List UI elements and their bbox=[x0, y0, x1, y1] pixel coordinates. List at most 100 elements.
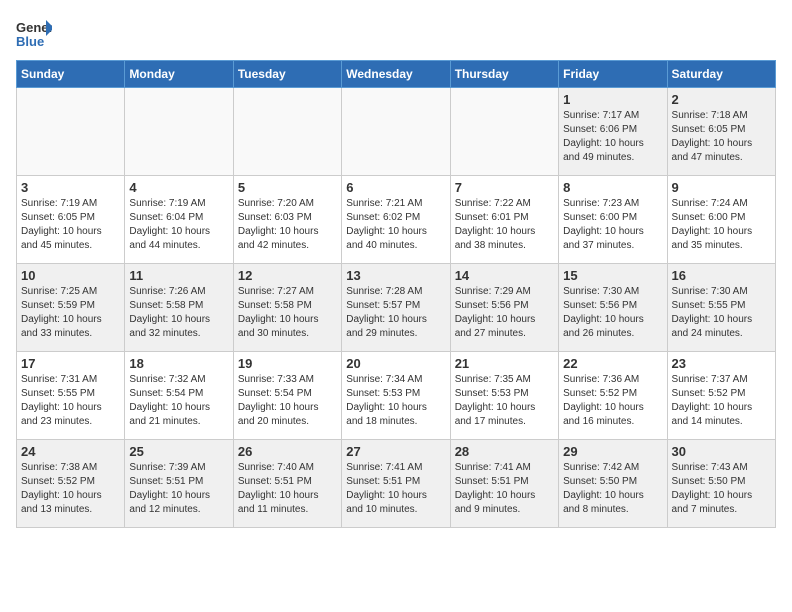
day-info: Sunrise: 7:40 AM Sunset: 5:51 PM Dayligh… bbox=[238, 461, 337, 517]
day-number: 5 bbox=[238, 180, 337, 195]
weekday-header-sunday: Sunday bbox=[17, 61, 125, 88]
day-info: Sunrise: 7:35 AM Sunset: 5:53 PM Dayligh… bbox=[455, 373, 554, 429]
day-number: 28 bbox=[455, 444, 554, 459]
day-info: Sunrise: 7:19 AM Sunset: 6:04 PM Dayligh… bbox=[129, 197, 228, 253]
calendar-cell: 16 Sunrise: 7:30 AM Sunset: 5:55 PM Dayli… bbox=[667, 264, 775, 352]
day-number: 21 bbox=[455, 356, 554, 371]
calendar-cell: 29 Sunrise: 7:42 AM Sunset: 5:50 PM Dayli… bbox=[559, 440, 667, 528]
weekday-header-friday: Friday bbox=[559, 61, 667, 88]
day-info: Sunrise: 7:42 AM Sunset: 5:50 PM Dayligh… bbox=[563, 461, 662, 517]
calendar-cell: 28Sunrise: 7:41 AM Sunset: 5:51 PM Dayli… bbox=[450, 440, 558, 528]
calendar-cell: 25 Sunrise: 7:39 AM Sunset: 5:51 PM Dayli… bbox=[125, 440, 233, 528]
day-number: 4 bbox=[129, 180, 228, 195]
calendar-cell bbox=[450, 88, 558, 176]
calendar-cell: 27Sunrise: 7:41 AM Sunset: 5:51 PM Dayli… bbox=[342, 440, 450, 528]
calendar-cell: 30 Sunrise: 7:43 AM Sunset: 5:50 PM Dayli… bbox=[667, 440, 775, 528]
calendar-cell: 26 Sunrise: 7:40 AM Sunset: 5:51 PM Dayli… bbox=[233, 440, 341, 528]
day-number: 25 bbox=[129, 444, 228, 459]
day-info: Sunrise: 7:31 AM Sunset: 5:55 PM Dayligh… bbox=[21, 373, 120, 429]
day-info: Sunrise: 7:39 AM Sunset: 5:51 PM Dayligh… bbox=[129, 461, 228, 517]
day-info: Sunrise: 7:28 AM Sunset: 5:57 PM Dayligh… bbox=[346, 285, 445, 341]
day-info: Sunrise: 7:27 AM Sunset: 5:58 PM Dayligh… bbox=[238, 285, 337, 341]
calendar-week-row: 1 Sunrise: 7:17 AM Sunset: 6:06 PM Daylig… bbox=[17, 88, 776, 176]
day-number: 16 bbox=[672, 268, 771, 283]
day-info: Sunrise: 7:19 AM Sunset: 6:05 PM Dayligh… bbox=[21, 197, 120, 253]
day-number: 12 bbox=[238, 268, 337, 283]
day-number: 17 bbox=[21, 356, 120, 371]
calendar-cell: 20 Sunrise: 7:34 AM Sunset: 5:53 PM Dayli… bbox=[342, 352, 450, 440]
calendar-cell bbox=[342, 88, 450, 176]
day-number: 2 bbox=[672, 92, 771, 107]
calendar-cell: 18 Sunrise: 7:32 AM Sunset: 5:54 PM Dayli… bbox=[125, 352, 233, 440]
calendar-cell: 3 Sunrise: 7:19 AM Sunset: 6:05 PM Daylig… bbox=[17, 176, 125, 264]
calendar-week-row: 17 Sunrise: 7:31 AM Sunset: 5:55 PM Dayli… bbox=[17, 352, 776, 440]
calendar-cell: 19 Sunrise: 7:33 AM Sunset: 5:54 PM Dayli… bbox=[233, 352, 341, 440]
day-info: Sunrise: 7:30 AM Sunset: 5:56 PM Dayligh… bbox=[563, 285, 662, 341]
day-info: Sunrise: 7:37 AM Sunset: 5:52 PM Dayligh… bbox=[672, 373, 771, 429]
day-number: 7 bbox=[455, 180, 554, 195]
day-info: Sunrise: 7:43 AM Sunset: 5:50 PM Dayligh… bbox=[672, 461, 771, 517]
calendar-cell: 22 Sunrise: 7:36 AM Sunset: 5:52 PM Dayli… bbox=[559, 352, 667, 440]
calendar-header-row: SundayMondayTuesdayWednesdayThursdayFrid… bbox=[17, 61, 776, 88]
day-number: 6 bbox=[346, 180, 445, 195]
day-info: Sunrise: 7:34 AM Sunset: 5:53 PM Dayligh… bbox=[346, 373, 445, 429]
day-number: 26 bbox=[238, 444, 337, 459]
day-number: 14 bbox=[455, 268, 554, 283]
day-info: Sunrise: 7:18 AM Sunset: 6:05 PM Dayligh… bbox=[672, 109, 771, 165]
day-info: Sunrise: 7:20 AM Sunset: 6:03 PM Dayligh… bbox=[238, 197, 337, 253]
calendar-cell: 12 Sunrise: 7:27 AM Sunset: 5:58 PM Dayli… bbox=[233, 264, 341, 352]
calendar-cell: 1 Sunrise: 7:17 AM Sunset: 6:06 PM Daylig… bbox=[559, 88, 667, 176]
day-number: 8 bbox=[563, 180, 662, 195]
day-info: Sunrise: 7:22 AM Sunset: 6:01 PM Dayligh… bbox=[455, 197, 554, 253]
day-info: Sunrise: 7:30 AM Sunset: 5:55 PM Dayligh… bbox=[672, 285, 771, 341]
calendar-cell: 9 Sunrise: 7:24 AM Sunset: 6:00 PM Daylig… bbox=[667, 176, 775, 264]
day-info: Sunrise: 7:32 AM Sunset: 5:54 PM Dayligh… bbox=[129, 373, 228, 429]
calendar-week-row: 24Sunrise: 7:38 AM Sunset: 5:52 PM Dayli… bbox=[17, 440, 776, 528]
calendar-cell bbox=[17, 88, 125, 176]
day-number: 20 bbox=[346, 356, 445, 371]
calendar-cell: 11 Sunrise: 7:26 AM Sunset: 5:58 PM Dayli… bbox=[125, 264, 233, 352]
calendar-cell: 8 Sunrise: 7:23 AM Sunset: 6:00 PM Daylig… bbox=[559, 176, 667, 264]
day-number: 29 bbox=[563, 444, 662, 459]
day-info: Sunrise: 7:36 AM Sunset: 5:52 PM Dayligh… bbox=[563, 373, 662, 429]
calendar-cell: 6 Sunrise: 7:21 AM Sunset: 6:02 PM Daylig… bbox=[342, 176, 450, 264]
svg-text:Blue: Blue bbox=[16, 34, 44, 49]
day-info: Sunrise: 7:26 AM Sunset: 5:58 PM Dayligh… bbox=[129, 285, 228, 341]
day-info: Sunrise: 7:23 AM Sunset: 6:00 PM Dayligh… bbox=[563, 197, 662, 253]
weekday-header-thursday: Thursday bbox=[450, 61, 558, 88]
logo: General Blue bbox=[16, 16, 52, 52]
calendar-cell: 21 Sunrise: 7:35 AM Sunset: 5:53 PM Dayli… bbox=[450, 352, 558, 440]
day-number: 15 bbox=[563, 268, 662, 283]
weekday-header-tuesday: Tuesday bbox=[233, 61, 341, 88]
day-number: 23 bbox=[672, 356, 771, 371]
page-header: General Blue bbox=[16, 16, 776, 52]
calendar-cell: 24Sunrise: 7:38 AM Sunset: 5:52 PM Dayli… bbox=[17, 440, 125, 528]
calendar-cell bbox=[233, 88, 341, 176]
day-number: 18 bbox=[129, 356, 228, 371]
day-number: 9 bbox=[672, 180, 771, 195]
day-info: Sunrise: 7:17 AM Sunset: 6:06 PM Dayligh… bbox=[563, 109, 662, 165]
calendar-week-row: 3 Sunrise: 7:19 AM Sunset: 6:05 PM Daylig… bbox=[17, 176, 776, 264]
calendar-cell: 15 Sunrise: 7:30 AM Sunset: 5:56 PM Dayli… bbox=[559, 264, 667, 352]
day-number: 1 bbox=[563, 92, 662, 107]
day-number: 30 bbox=[672, 444, 771, 459]
day-number: 13 bbox=[346, 268, 445, 283]
calendar-cell: 13 Sunrise: 7:28 AM Sunset: 5:57 PM Dayli… bbox=[342, 264, 450, 352]
day-number: 10 bbox=[21, 268, 120, 283]
calendar-week-row: 10Sunrise: 7:25 AM Sunset: 5:59 PM Dayli… bbox=[17, 264, 776, 352]
weekday-header-wednesday: Wednesday bbox=[342, 61, 450, 88]
day-number: 22 bbox=[563, 356, 662, 371]
calendar-cell: 17 Sunrise: 7:31 AM Sunset: 5:55 PM Dayli… bbox=[17, 352, 125, 440]
calendar-cell: 5 Sunrise: 7:20 AM Sunset: 6:03 PM Daylig… bbox=[233, 176, 341, 264]
day-number: 3 bbox=[21, 180, 120, 195]
day-info: Sunrise: 7:33 AM Sunset: 5:54 PM Dayligh… bbox=[238, 373, 337, 429]
day-info: Sunrise: 7:24 AM Sunset: 6:00 PM Dayligh… bbox=[672, 197, 771, 253]
calendar-cell: 23 Sunrise: 7:37 AM Sunset: 5:52 PM Dayli… bbox=[667, 352, 775, 440]
calendar-cell: 10Sunrise: 7:25 AM Sunset: 5:59 PM Dayli… bbox=[17, 264, 125, 352]
calendar-cell bbox=[125, 88, 233, 176]
day-info: Sunrise: 7:21 AM Sunset: 6:02 PM Dayligh… bbox=[346, 197, 445, 253]
day-number: 11 bbox=[129, 268, 228, 283]
weekday-header-monday: Monday bbox=[125, 61, 233, 88]
day-number: 19 bbox=[238, 356, 337, 371]
calendar-cell: 2 Sunrise: 7:18 AM Sunset: 6:05 PM Daylig… bbox=[667, 88, 775, 176]
